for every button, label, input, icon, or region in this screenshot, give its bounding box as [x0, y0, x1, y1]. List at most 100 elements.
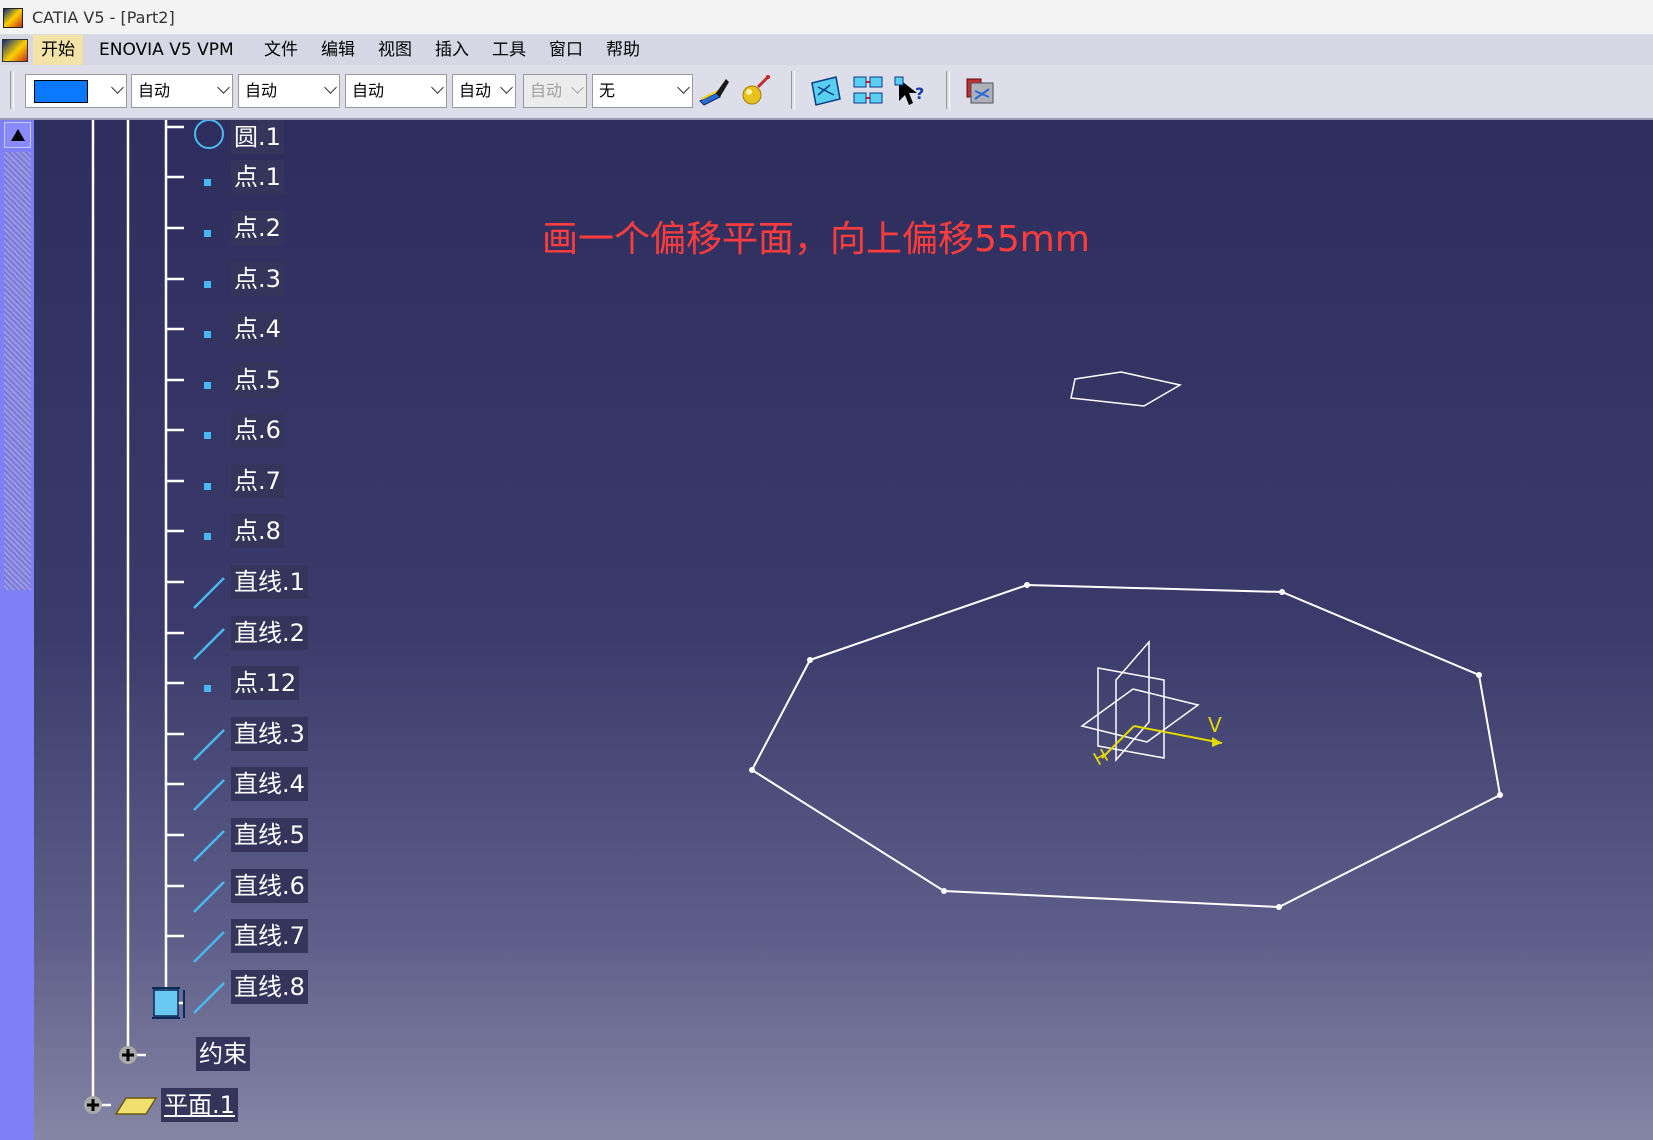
linestyle-combo[interactable]: 自动	[345, 74, 447, 108]
tree-item-circle-1[interactable]: 圆.1	[231, 120, 284, 154]
chevron-down-icon	[217, 81, 230, 94]
tree-connectors	[91, 120, 184, 1107]
point-symbol-value: 自动	[459, 81, 492, 100]
tree-item-constraints[interactable]: 约束	[196, 1037, 250, 1071]
rendering-combo: 自动	[523, 74, 587, 108]
tree-item-line-3[interactable]: 直线.3	[231, 717, 308, 751]
color-combo[interactable]	[25, 74, 127, 108]
layer-value: 无	[599, 81, 616, 100]
geometry-viewport[interactable]: V H 圆.1 点.1 点.2 点.3 点.4 点.5 点.6 点.7 点.8 …	[34, 120, 1653, 1140]
point-icon	[204, 230, 211, 237]
menu-window[interactable]: 窗口	[541, 35, 591, 65]
graphic-properties-toolbar: 自动 自动 自动 自动 自动 无 ?	[0, 65, 1653, 120]
scroll-up-arrow-icon[interactable]	[4, 122, 31, 148]
instruction-annotation: 画一个偏移平面，向上偏移55mm	[542, 219, 1090, 260]
menu-enovia[interactable]: ENOVIA V5 VPM	[91, 35, 242, 65]
chevron-down-icon	[111, 81, 124, 94]
catia-logo-icon[interactable]	[2, 39, 28, 62]
window-title: CATIA V5 - [Part2]	[32, 8, 175, 27]
layer-combo[interactable]: 无	[592, 74, 693, 108]
tree-item-line-5[interactable]: 直线.5	[231, 818, 308, 852]
point-icon	[204, 281, 211, 288]
tree-item-line-8[interactable]: 直线.8	[231, 970, 308, 1004]
tree-item-point-3[interactable]: 点.3	[231, 262, 284, 296]
tree-scrollbar[interactable]	[0, 120, 34, 1140]
color-swatch	[34, 80, 88, 103]
circle-icon	[194, 120, 224, 149]
menu-edit[interactable]: 编辑	[313, 35, 363, 65]
tree-icons	[84, 120, 225, 1115]
tree-item-point-5[interactable]: 点.5	[231, 363, 284, 397]
chevron-down-icon	[677, 81, 690, 94]
scroll-thumb[interactable]	[4, 152, 31, 590]
menu-insert[interactable]: 插入	[427, 35, 477, 65]
line-icon	[193, 931, 225, 963]
expand-plus-icon[interactable]	[84, 1096, 102, 1114]
point-icon	[204, 483, 211, 490]
tree-item-line-2[interactable]: 直线.2	[231, 616, 308, 650]
axis-system[interactable]	[1080, 639, 1200, 763]
point-icon	[204, 331, 211, 338]
linetype-value: 自动	[138, 81, 171, 100]
toolbar-separator	[791, 71, 795, 109]
line-icon	[193, 628, 225, 660]
linetype-combo[interactable]: 自动	[131, 74, 233, 108]
painter-brush-icon[interactable]	[696, 73, 732, 109]
line-icon	[193, 577, 225, 609]
point-icon	[204, 533, 211, 540]
line-icon	[193, 982, 225, 1014]
tree-item-point-8[interactable]: 点.8	[231, 514, 284, 548]
thickness-value: 自动	[245, 81, 278, 100]
offset-plane-preview[interactable]	[1070, 371, 1183, 407]
whats-this-icon[interactable]: ?	[893, 73, 929, 109]
line-icon	[193, 881, 225, 913]
menu-bar: 开始 ENOVIA V5 VPM 文件 编辑 视图 插入 工具 窗口 帮助	[0, 35, 1653, 65]
tree-item-point-6[interactable]: 点.6	[231, 413, 284, 447]
chevron-down-icon	[324, 81, 337, 94]
point-symbol-combo[interactable]: 自动	[452, 74, 516, 108]
tree-item-line-4[interactable]: 直线.4	[231, 767, 308, 801]
line-icon	[193, 779, 225, 811]
plane-icon	[114, 1097, 158, 1115]
line-icon	[193, 830, 225, 862]
swap-visible-space-icon[interactable]	[808, 73, 844, 109]
rendering-value: 自动	[530, 81, 563, 100]
point-icon	[204, 179, 211, 186]
menu-start[interactable]: 开始	[33, 35, 83, 65]
linestyle-value: 自动	[352, 81, 385, 100]
tree-item-point-4[interactable]: 点.4	[231, 312, 284, 346]
point-icon	[204, 382, 211, 389]
line-icon	[193, 729, 225, 761]
toolbar-grip[interactable]	[10, 71, 14, 109]
tree-item-point-7[interactable]: 点.7	[231, 464, 284, 498]
apply-material-icon[interactable]	[738, 73, 774, 109]
tree-item-point-2[interactable]: 点.2	[231, 211, 284, 245]
v-axis-label: V	[1208, 713, 1222, 737]
h-axis-label: H	[1090, 745, 1112, 770]
menu-help[interactable]: 帮助	[598, 35, 648, 65]
chevron-down-icon	[431, 81, 444, 94]
tree-item-plane-1[interactable]: 平面.1	[161, 1088, 238, 1122]
point-icon	[204, 685, 211, 692]
menu-view[interactable]: 视图	[370, 35, 420, 65]
expand-plus-icon[interactable]	[119, 1046, 137, 1064]
chevron-down-icon	[500, 81, 513, 94]
axis-indicator: V H	[1090, 713, 1223, 770]
title-bar: CATIA V5 - [Part2]	[0, 0, 1653, 35]
tree-item-point-12[interactable]: 点.12	[231, 666, 300, 700]
point-icon	[204, 432, 211, 439]
hide-show-icon[interactable]	[851, 73, 887, 109]
tree-item-line-7[interactable]: 直线.7	[231, 919, 308, 953]
catia-app-icon	[3, 8, 23, 28]
menu-tools[interactable]: 工具	[484, 35, 534, 65]
tree-item-point-1[interactable]: 点.1	[231, 160, 284, 194]
thickness-combo[interactable]: 自动	[238, 74, 340, 108]
toolbar-separator	[946, 71, 950, 109]
menu-file[interactable]: 文件	[256, 35, 306, 65]
chevron-down-icon	[571, 81, 584, 94]
catalog-browser-icon[interactable]	[963, 73, 999, 109]
svg-text:?: ?	[915, 84, 924, 103]
tree-item-line-6[interactable]: 直线.6	[231, 869, 308, 903]
tree-item-line-1[interactable]: 直线.1	[231, 565, 308, 599]
octagon-sketch[interactable]	[749, 582, 1503, 910]
